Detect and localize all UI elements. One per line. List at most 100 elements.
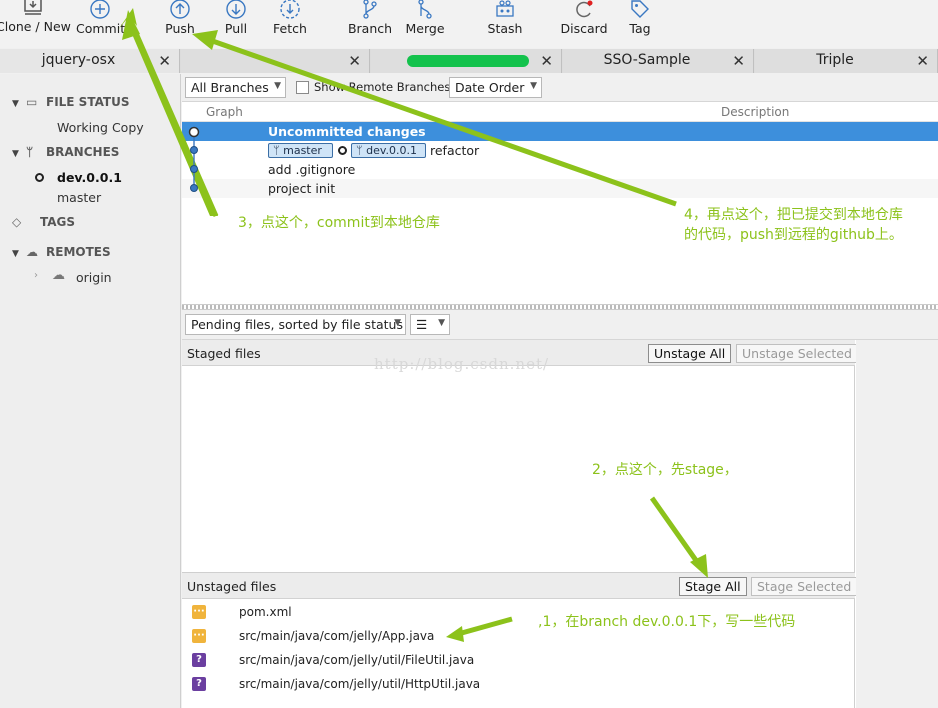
push-button[interactable]: Push [160,0,200,46]
unstaged-files-title: Unstaged files [187,579,277,594]
chevron-down-icon[interactable]: ▼ [12,99,26,109]
stage-selected-button[interactable]: Stage Selected [751,577,858,596]
clone-new-button[interactable]: Clone / New [0,0,71,46]
history-column-header: Graph Description [182,102,938,122]
untracked-file-icon: ? [192,677,206,691]
tab-sso-sample[interactable]: SSO-Sample ✕ [563,49,754,73]
chevron-down-icon: ▼ [530,81,537,91]
tab-triple[interactable]: Triple ✕ [755,49,938,73]
description-column-header[interactable]: Description [721,105,789,119]
redaction-mark [407,55,529,67]
modified-file-icon: ··· [192,629,206,643]
pull-button[interactable]: Pull [216,0,256,46]
graph-column-header[interactable]: Graph [206,105,243,119]
cloud-icon: ☁ [52,268,65,283]
stash-button[interactable]: Stash [484,0,526,46]
close-icon[interactable]: ✕ [158,52,171,70]
current-branch-marker-icon [35,173,44,182]
view-mode-select[interactable]: ☰ ▼ [410,314,450,335]
sidebar-item-remote-origin[interactable]: origin [76,270,112,285]
tab-repo-3[interactable]: ✕ [371,49,562,73]
order-select[interactable]: Date Order ▼ [449,77,542,98]
branch-button[interactable]: Branch [346,0,394,46]
commit-description: add .gitignore [268,162,356,177]
file-row[interactable]: ? src/main/java/com/jelly/util/HttpUtil.… [182,673,855,695]
sidebar-item-branch-master[interactable]: master [57,190,101,205]
file-path: src/main/java/com/jelly/util/HttpUtil.ja… [239,677,481,691]
unstage-all-button[interactable]: Unstage All [648,344,732,363]
chevron-down-icon[interactable]: ▼ [12,149,26,159]
monitor-download-icon [24,0,42,15]
toolbar: Clone / New Commit Push Pull Fetch Branc… [0,0,938,48]
file-path: src/main/java/com/jelly/util/FileUtil.ja… [239,653,475,667]
chevron-down-icon[interactable]: ▼ [12,249,26,259]
annotation-step4-line2: 的代码，push到远程的github上。 [684,227,903,243]
fetch-button[interactable]: Fetch [268,0,312,46]
commit-description: Uncommitted changes [268,124,426,139]
commit-row-uncommitted[interactable]: Uncommitted changes [182,122,938,141]
watermark-text: http://blog.csdn.net/ [374,355,550,373]
graph-node [190,184,198,192]
commit-button[interactable]: Commit [76,0,125,46]
discard-label: Discard [560,21,608,36]
close-icon[interactable]: ✕ [540,52,553,70]
tag-button[interactable]: Tag [624,0,656,46]
commit-row[interactable]: add .gitignore [182,160,938,179]
pending-files-bar: Pending files, sorted by file status ▼ ☰ ▼ [182,310,938,340]
merge-label: Merge [405,21,445,36]
branches-header[interactable]: ▼ ᛘ BRANCHES [12,145,119,163]
chevron-down-icon: ▼ [394,318,401,328]
branch-label: Branch [347,21,393,36]
branch-icon: ᛘ [26,145,34,159]
discard-icon [576,0,593,18]
ref-badge-dev[interactable]: ᛘ dev.0.0.1 [351,143,426,158]
branch-icon [363,0,377,19]
close-icon[interactable]: ✕ [348,52,361,70]
chevron-right-icon[interactable]: › [34,270,38,281]
graph-node [190,165,198,173]
stash-icon [496,0,514,17]
graph-node [190,146,198,154]
fetch-label: Fetch [273,21,307,36]
file-status-header[interactable]: ▼ ▭ FILE STATUS [12,95,130,113]
arrow-down-circle-icon [226,0,246,19]
commit-row[interactable]: ᛘ master ᛘ dev.0.0.1 refactor [182,141,938,160]
branch-filter-select[interactable]: All Branches ▼ [185,77,286,98]
tab-repo-2[interactable]: ✕ [181,49,370,73]
commit-row[interactable]: project init [182,179,938,198]
tag-icon: ◇ [12,215,22,229]
tab-label: jquery-osx [41,52,116,68]
tags-title: TAGS [40,215,76,229]
unstage-selected-button[interactable]: Unstage Selected [736,344,858,363]
ref-label: dev.0.0.1 [366,144,418,157]
close-icon[interactable]: ✕ [732,52,745,70]
tab-jquery-osx[interactable]: jquery-osx ✕ [0,49,180,73]
remotes-header[interactable]: ▼ ☁ REMOTES [12,245,111,263]
stash-label: Stash [487,21,523,36]
file-path: src/main/java/com/jelly/App.java [239,629,435,643]
untracked-file-icon: ? [192,653,206,667]
close-icon[interactable]: ✕ [916,52,929,70]
pending-sort-select[interactable]: Pending files, sorted by file status ▼ [185,314,406,335]
tags-header[interactable]: ◇ TAGS [12,215,75,233]
annotation-step4-line1: 4，再点这个，把已提交到本地仓库 [684,207,903,223]
sidebar-item-branch-dev[interactable]: dev.0.0.1 [57,170,122,185]
show-remote-label: Show Remote Branches [314,80,451,94]
commit-description: refactor [430,143,480,158]
tab-label: SSO-Sample [603,52,691,68]
order-value: Date Order [455,80,525,95]
chevron-down-icon: ▼ [274,81,281,91]
merge-icon [418,0,432,19]
tab-label: Triple [816,52,854,68]
discard-button[interactable]: Discard [560,0,608,46]
tag-label: Tag [629,21,651,36]
merge-button[interactable]: Merge [402,0,448,46]
chevron-down-icon: ▼ [438,318,445,328]
annotation-step3: 3，点这个，commit到本地仓库 [238,215,440,231]
stage-all-button[interactable]: Stage All [679,577,747,596]
show-remote-checkbox[interactable] [296,81,309,94]
ref-badge-master[interactable]: ᛘ master [268,143,333,158]
sidebar-item-working-copy[interactable]: Working Copy [57,120,144,135]
modified-file-icon: ··· [192,605,206,619]
file-row[interactable]: ? src/main/java/com/jelly/util/FileUtil.… [182,649,855,671]
